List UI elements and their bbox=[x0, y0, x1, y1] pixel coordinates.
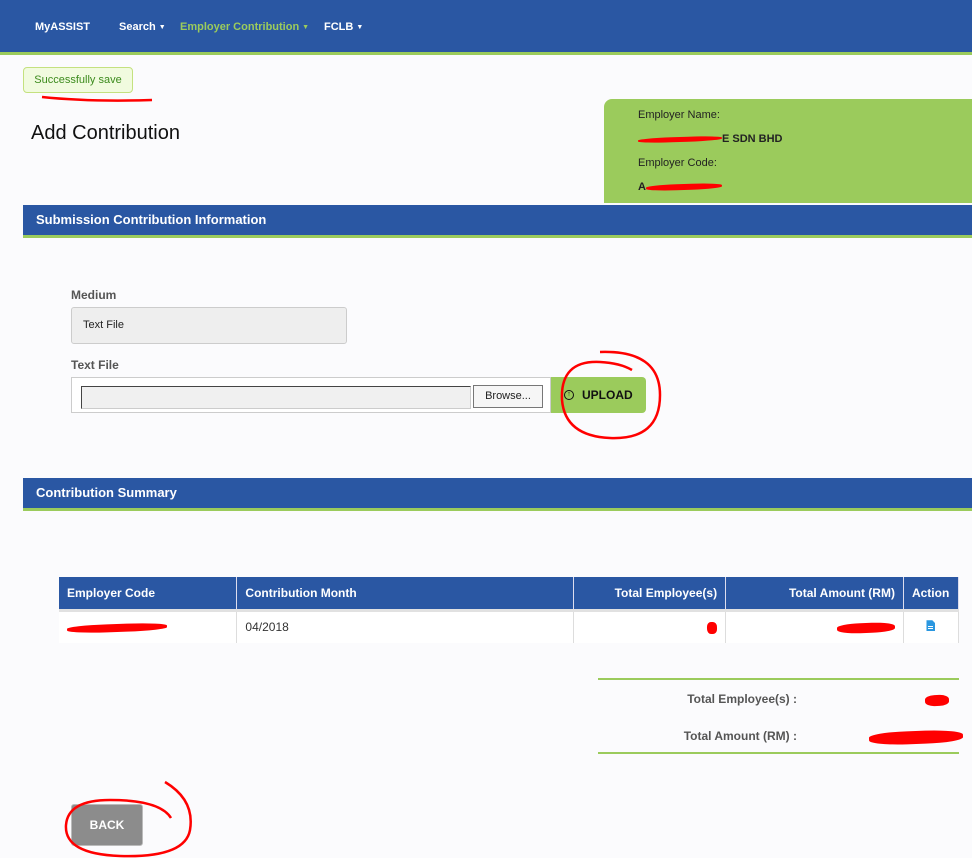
summary-section-header: Contribution Summary bbox=[23, 478, 972, 511]
total-employees-value bbox=[924, 692, 950, 710]
employer-code-label: Employer Code: bbox=[638, 157, 717, 169]
redaction-mark bbox=[836, 622, 896, 635]
chevron-down-icon: ▼ bbox=[158, 23, 166, 31]
top-navbar: MyASSIST Search ▼ Employer Contribution ▼ … bbox=[0, 0, 972, 55]
upload-button[interactable]: ↑ UPLOAD bbox=[551, 377, 646, 413]
submission-section-header: Submission Contribution Information bbox=[23, 205, 972, 238]
col-total-amount: Total Amount (RM) bbox=[725, 577, 904, 612]
employer-info-panel: Employer Name: E SDN BHD Employer Code: … bbox=[604, 99, 972, 203]
cell-total-amount bbox=[725, 610, 904, 643]
chevron-down-icon: ▼ bbox=[302, 23, 310, 31]
table-header-row: Employer Code Contribution Month Total E… bbox=[59, 577, 960, 612]
nav-fclb[interactable]: FCLB ▼ bbox=[324, 21, 363, 33]
redaction-mark bbox=[924, 694, 950, 707]
page-title: Add Contribution bbox=[31, 122, 180, 144]
back-button[interactable]: BACK bbox=[71, 804, 143, 846]
browse-button[interactable]: Browse... bbox=[473, 385, 543, 408]
file-path-input[interactable] bbox=[81, 386, 471, 409]
upload-button-label: UPLOAD bbox=[582, 388, 633, 402]
totals-panel: Total Employee(s) : Total Amount (RM) : bbox=[598, 678, 964, 754]
col-employer-code: Employer Code bbox=[59, 577, 238, 612]
file-input-group: Browse... bbox=[71, 377, 551, 413]
cell-contribution-month: 04/2018 bbox=[236, 610, 575, 643]
nav-search[interactable]: Search ▼ bbox=[119, 21, 166, 33]
redaction-mark bbox=[868, 729, 964, 746]
table-row: 04/2018 bbox=[59, 610, 960, 643]
nav-employer-contribution-label: Employer Contribution bbox=[180, 21, 300, 33]
medium-field: Text File bbox=[71, 307, 347, 344]
redaction-mark bbox=[637, 135, 723, 144]
nav-fclb-label: FCLB bbox=[324, 21, 354, 33]
document-icon[interactable] bbox=[926, 620, 936, 632]
employer-code-value: A bbox=[638, 181, 723, 193]
cell-total-employees bbox=[573, 610, 727, 643]
employer-name-value: E SDN BHD bbox=[637, 133, 783, 145]
total-employees-label: Total Employee(s) : bbox=[687, 692, 797, 706]
success-alert: Successfully save bbox=[23, 67, 133, 93]
contribution-summary-table: Employer Code Contribution Month Total E… bbox=[59, 577, 960, 643]
redaction-mark bbox=[706, 621, 718, 635]
employer-name-label: Employer Name: bbox=[638, 109, 720, 121]
col-contribution-month: Contribution Month bbox=[236, 577, 575, 612]
chevron-down-icon: ▼ bbox=[356, 23, 364, 31]
total-amount-value bbox=[868, 729, 964, 747]
medium-label: Medium bbox=[71, 288, 117, 302]
total-amount-label: Total Amount (RM) : bbox=[683, 729, 797, 743]
cell-action bbox=[903, 610, 960, 643]
nav-employer-contribution[interactable]: Employer Contribution ▼ bbox=[180, 21, 309, 33]
nav-search-label: Search bbox=[119, 21, 156, 33]
text-file-label: Text File bbox=[71, 358, 119, 372]
col-action: Action bbox=[903, 577, 960, 612]
annotation-underline bbox=[41, 95, 153, 102]
circle-arrow-up-icon: ↑ bbox=[564, 389, 574, 400]
redaction-mark bbox=[645, 182, 723, 192]
brand-link[interactable]: MyASSIST bbox=[35, 21, 90, 33]
col-total-employees: Total Employee(s) bbox=[573, 577, 727, 612]
cell-employer-code bbox=[59, 610, 238, 643]
redaction-mark bbox=[66, 622, 168, 634]
